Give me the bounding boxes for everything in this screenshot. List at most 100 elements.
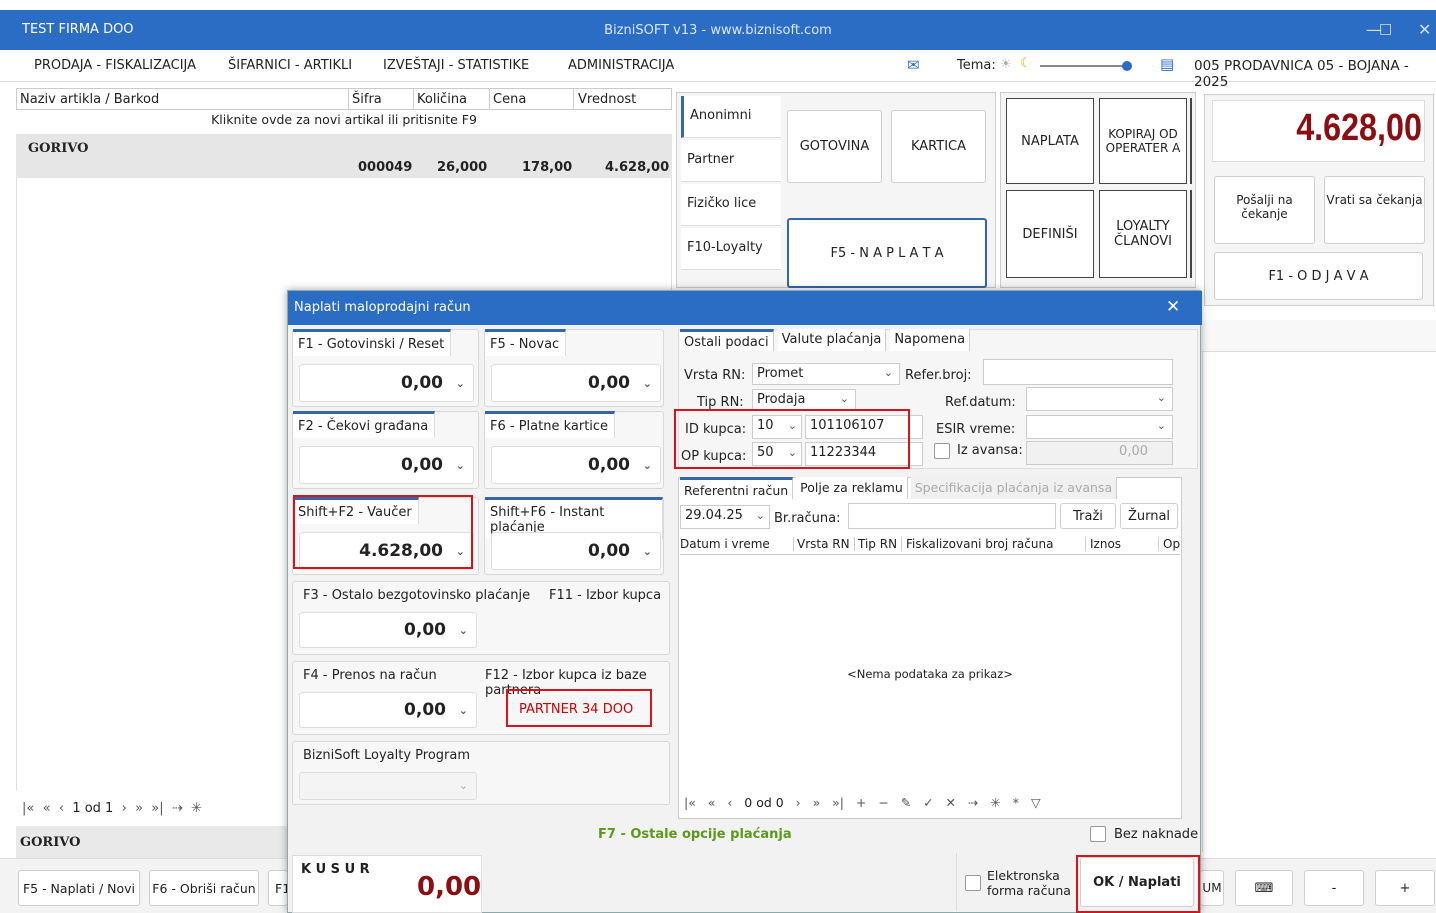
- close-icon[interactable]: ✕: [1418, 20, 1431, 39]
- pay-novac-label[interactable]: F5 - Novac: [485, 329, 567, 356]
- kopiraj-button[interactable]: KOPIRAJ OD OPERATER A: [1099, 98, 1187, 184]
- chevron-down-icon[interactable]: ⌄: [840, 392, 849, 405]
- ref-col-vrsta[interactable]: Vrsta RN: [793, 537, 850, 551]
- next-icon[interactable]: ›: [122, 801, 127, 816]
- tab-fizicko-lice[interactable]: Fizičko lice: [681, 184, 781, 226]
- plus-button[interactable]: +: [1375, 870, 1435, 906]
- chevron-down-icon[interactable]: ⌄: [459, 624, 468, 637]
- loyalty-select[interactable]: ⌄: [299, 772, 477, 800]
- mail-icon[interactable]: ✉: [907, 56, 920, 74]
- kartica-button[interactable]: KARTICA: [891, 110, 986, 183]
- pay-kartice-label[interactable]: F6 - Platne kartice: [485, 411, 616, 438]
- col-cena[interactable]: Cena: [493, 92, 526, 107]
- ref-col-op[interactable]: Op: [1158, 537, 1180, 551]
- naplati-novi-button[interactable]: F5 - Naplati / Novi: [18, 870, 140, 906]
- f11-label[interactable]: F11 - Izbor kupca: [549, 588, 661, 603]
- last-page-icon[interactable]: »|: [151, 801, 163, 816]
- pay-gotovinski-value[interactable]: 0,00 ⌄: [299, 364, 474, 402]
- vrati-button[interactable]: Vrati sa čekanja: [1324, 176, 1425, 244]
- first-page-icon[interactable]: |«: [684, 795, 696, 810]
- next-page-icon[interactable]: »: [813, 795, 821, 810]
- menu-prodaja[interactable]: PRODAJA - FISKALIZACIJA: [34, 58, 196, 73]
- naplata-button[interactable]: NAPLATA: [1006, 98, 1094, 184]
- chevron-down-icon[interactable]: ⌄: [643, 377, 652, 390]
- chevron-down-icon[interactable]: ⌄: [459, 779, 468, 792]
- maximize-icon[interactable]: □: [1379, 21, 1392, 37]
- ostalo-value[interactable]: 0,00 ⌄: [299, 612, 477, 648]
- theme-slider[interactable]: [1040, 65, 1130, 67]
- tab-referentni[interactable]: Referentni račun: [680, 477, 794, 499]
- definisi-button[interactable]: DEFINIŠI: [1006, 190, 1094, 278]
- prev-page-icon[interactable]: «: [708, 795, 716, 810]
- ref-datum-select[interactable]: ⌄: [1026, 387, 1173, 411]
- chevron-down-icon[interactable]: ⌄: [1157, 419, 1166, 432]
- chevron-down-icon[interactable]: ⌄: [459, 704, 468, 717]
- f7-options[interactable]: F7 - Ostale opcije plaćanja: [598, 827, 792, 842]
- iz-avansa-checkbox[interactable]: [934, 443, 950, 459]
- bez-naknade-checkbox[interactable]: [1090, 826, 1106, 842]
- esir-select[interactable]: ⌄: [1026, 415, 1173, 439]
- pay-novac-value[interactable]: 0,00 ⌄: [491, 364, 661, 402]
- add-icon[interactable]: +: [856, 795, 866, 810]
- posalji-button[interactable]: Pošalji na čekanje: [1214, 176, 1315, 244]
- dialog-close-icon[interactable]: ✕: [1166, 297, 1180, 317]
- new-row-hint[interactable]: Kliknite ovde za novi artikal ili pritis…: [16, 112, 672, 132]
- pay-cekovi-value[interactable]: 0,00 ⌄: [299, 446, 474, 484]
- asterisk-icon[interactable]: ✳: [990, 795, 1000, 810]
- prenos-label[interactable]: F4 - Prenos na račun: [303, 668, 437, 683]
- chevron-down-icon[interactable]: ⌄: [643, 459, 652, 472]
- col-vrednost[interactable]: Vrednost: [578, 92, 636, 107]
- elektronska-checkbox[interactable]: [965, 875, 981, 891]
- chevron-down-icon[interactable]: ⌄: [1157, 391, 1166, 404]
- ref-col-datum[interactable]: Datum i vreme: [680, 537, 770, 551]
- f1-button[interactable]: F1: [268, 870, 290, 906]
- prev-icon[interactable]: ‹: [727, 795, 732, 810]
- chevron-down-icon[interactable]: ⌄: [756, 509, 765, 522]
- next-page-icon[interactable]: »: [135, 801, 143, 816]
- ref-pager[interactable]: |« « ‹ 0 od 0 › » »| + − ✎ ✓ ✕ ⇢ ✳ * ▽: [684, 795, 1041, 810]
- ref-col-tip[interactable]: Tip RN: [854, 537, 897, 551]
- refresh-icon[interactable]: ⇢: [172, 801, 183, 816]
- pay-instant-value[interactable]: 0,00 ⌄: [491, 532, 661, 570]
- asterisk-sort-icon[interactable]: *: [1013, 795, 1019, 810]
- add-icon[interactable]: ✳: [191, 801, 202, 816]
- store-icon[interactable]: ▤: [1160, 55, 1174, 73]
- tab-loyalty[interactable]: F10-Loyalty: [681, 228, 781, 270]
- last-page-icon[interactable]: »|: [832, 795, 844, 810]
- pay-kartice-value[interactable]: 0,00 ⌄: [491, 446, 661, 484]
- menu-administracija[interactable]: ADMINISTRACIJA: [568, 58, 674, 73]
- tab-ostali-podaci[interactable]: Ostali podaci: [680, 329, 774, 351]
- tip-rn-select[interactable]: Prodaja ⌄: [752, 389, 856, 411]
- prev-icon[interactable]: ‹: [59, 801, 64, 816]
- f5-naplata-button[interactable]: F5 - N A P L A T A: [787, 218, 987, 288]
- trazi-button[interactable]: Traži: [1060, 503, 1116, 529]
- minus-button[interactable]: -: [1304, 870, 1364, 906]
- theme-slider-thumb[interactable]: [1122, 61, 1132, 71]
- next-icon[interactable]: ›: [796, 795, 801, 810]
- refer-input[interactable]: [983, 359, 1173, 385]
- tab-anonimni[interactable]: Anonimni: [681, 96, 781, 138]
- tab-napomena[interactable]: Napomena: [890, 329, 971, 351]
- refresh-icon[interactable]: ⇢: [968, 795, 978, 810]
- avans-value[interactable]: 0,00: [1026, 441, 1173, 465]
- col-sifra[interactable]: Šifra: [352, 92, 382, 107]
- chevron-down-icon[interactable]: ⌄: [456, 377, 465, 390]
- tab-partner[interactable]: Partner: [681, 140, 781, 182]
- col-kolicina[interactable]: Količina: [417, 92, 467, 107]
- prenos-value[interactable]: 0,00 ⌄: [299, 692, 477, 728]
- ref-date-select[interactable]: 29.04.25 ⌄: [680, 505, 770, 529]
- br-racuna-input[interactable]: [848, 503, 1056, 529]
- um-button[interactable]: UM: [1200, 870, 1224, 906]
- pay-gotovinski-label[interactable]: F1 - Gotovinski / Reset: [293, 329, 452, 356]
- tab-valute[interactable]: Valute plaćanja: [777, 329, 887, 351]
- tab-specifikacija[interactable]: Specifikacija plaćanja iz avansa: [910, 477, 1118, 499]
- ref-col-fisk[interactable]: Fiskalizovani broj računa: [901, 537, 1053, 551]
- grid-pager[interactable]: |« « ‹ 1 od 1 › » »| ⇢ ✳: [22, 801, 202, 816]
- group-row[interactable]: GORIVO 000049 26,000 178,00 4.628,00: [16, 134, 672, 178]
- keyboard-icon[interactable]: ⌨: [1235, 870, 1293, 906]
- odjava-button[interactable]: F1 - O D J A V A: [1214, 252, 1423, 300]
- vrsta-rn-select[interactable]: Promet ⌄: [752, 363, 900, 385]
- pay-cekovi-label[interactable]: F2 - Čekovi građana: [293, 411, 436, 438]
- check-icon[interactable]: ✓: [923, 795, 933, 810]
- menu-sifarnici[interactable]: ŠIFARNICI - ARTIKLI: [228, 58, 352, 73]
